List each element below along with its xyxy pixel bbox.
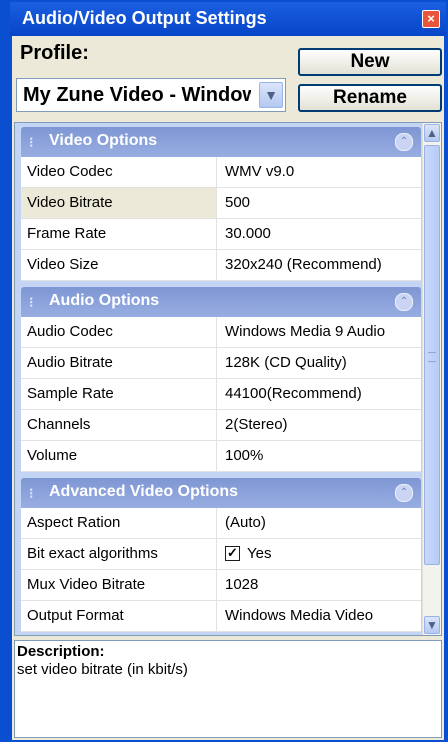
property-key: Mux Video Bitrate xyxy=(21,570,217,600)
property-value[interactable]: 128K (CD Quality) xyxy=(225,348,421,378)
property-row-frame-rate[interactable]: Frame Rate 30.000 xyxy=(21,219,421,250)
property-key: Sample Rate xyxy=(21,379,217,409)
property-value[interactable]: 320x240 (Recommend) xyxy=(225,250,421,280)
window-title: Audio/Video Output Settings xyxy=(22,8,267,28)
property-value[interactable]: 1028 xyxy=(225,570,421,600)
description-panel: Description: set video bitrate (in kbit/… xyxy=(14,640,442,738)
property-value[interactable]: 44100(Recommend) xyxy=(225,379,421,409)
property-row-output-format[interactable]: Output Format Windows Media Video xyxy=(21,601,421,632)
property-row-sample-rate[interactable]: Sample Rate 44100(Recommend) xyxy=(21,379,421,410)
property-grid: ⁝ Video Options ⌃ Video Codec WMV v9.0 V… xyxy=(14,122,442,636)
property-key: Bit exact algorithms xyxy=(21,539,217,569)
profile-select[interactable]: My Zune Video - Windows ▼ xyxy=(16,78,286,112)
window-frame: Audio/Video Output Settings × Profile: M… xyxy=(0,0,448,742)
description-title: Description: xyxy=(17,643,105,660)
profile-label: Profile: xyxy=(20,42,89,64)
property-row-channels[interactable]: Channels 2(Stereo) xyxy=(21,410,421,441)
property-row-audio-bitrate[interactable]: Audio Bitrate 128K (CD Quality) xyxy=(21,348,421,379)
rename-button[interactable]: Rename xyxy=(298,84,442,112)
property-row-video-codec[interactable]: Video Codec WMV v9.0 xyxy=(21,157,421,188)
grip-icon xyxy=(428,352,436,362)
property-key: Volume xyxy=(21,441,217,471)
scroll-thumb[interactable] xyxy=(424,145,440,565)
collapse-up-icon[interactable]: ⌃ xyxy=(395,484,413,502)
section-title: Audio Options xyxy=(49,292,160,309)
section-header-video-options[interactable]: ⁝ Video Options ⌃ xyxy=(21,127,421,157)
property-value[interactable]: (Auto) xyxy=(225,508,421,538)
property-key: Channels xyxy=(21,410,217,440)
title-bar: Audio/Video Output Settings × xyxy=(10,2,446,36)
property-key: Video Bitrate xyxy=(21,188,217,218)
vertical-scrollbar[interactable]: ▲ ▼ xyxy=(422,123,441,635)
property-value[interactable]: 30.000 xyxy=(225,219,421,249)
property-row-audio-codec[interactable]: Audio Codec Windows Media 9 Audio xyxy=(21,317,421,348)
property-row-mux-video-bitrate[interactable]: Mux Video Bitrate 1028 xyxy=(21,570,421,601)
property-row-video-bitrate[interactable]: Video Bitrate 500 xyxy=(21,188,421,219)
property-value[interactable]: 100% xyxy=(225,441,421,471)
property-row-video-size[interactable]: Video Size 320x240 (Recommend) xyxy=(21,250,421,281)
collapse-up-icon[interactable]: ⌃ xyxy=(395,133,413,151)
property-key: Frame Rate xyxy=(21,219,217,249)
dialog-body: Profile: My Zune Video - Windows ▼ New R… xyxy=(12,36,444,740)
property-value[interactable]: 500 xyxy=(225,188,421,218)
property-key: Audio Bitrate xyxy=(21,348,217,378)
property-value[interactable]: 2(Stereo) xyxy=(225,410,421,440)
section-title: Advanced Video Options xyxy=(49,483,239,500)
grip-icon: ⁝ xyxy=(29,294,34,310)
grip-icon: ⁝ xyxy=(29,134,34,150)
property-row-aspect-ration[interactable]: Aspect Ration (Auto) xyxy=(21,508,421,539)
close-icon[interactable]: × xyxy=(422,10,440,28)
section-header-advanced-video-options[interactable]: ⁝ Advanced Video Options ⌃ xyxy=(21,478,421,508)
property-key: Video Codec xyxy=(21,157,217,187)
property-key: Aspect Ration xyxy=(21,508,217,538)
new-button[interactable]: New xyxy=(298,48,442,76)
section-title: Video Options xyxy=(49,132,158,149)
scroll-down-icon[interactable]: ▼ xyxy=(424,616,440,634)
property-value[interactable]: Windows Media Video xyxy=(225,601,421,631)
profile-select-value: My Zune Video - Windows xyxy=(23,84,251,106)
checkbox-checked[interactable]: ✓ xyxy=(225,546,240,561)
scroll-up-icon[interactable]: ▲ xyxy=(424,124,440,142)
grip-icon: ⁝ xyxy=(29,485,34,501)
description-text: set video bitrate (in kbit/s) xyxy=(17,661,188,678)
property-value: ✓ Yes xyxy=(225,539,421,569)
property-key: Audio Codec xyxy=(21,317,217,347)
property-value[interactable]: Windows Media 9 Audio xyxy=(225,317,421,347)
section-header-audio-options[interactable]: ⁝ Audio Options ⌃ xyxy=(21,287,421,317)
property-key: Output Format xyxy=(21,601,217,631)
checkbox-label: Yes xyxy=(247,545,272,562)
chevron-down-icon[interactable]: ▼ xyxy=(259,82,283,108)
property-grid-content: ⁝ Video Options ⌃ Video Codec WMV v9.0 V… xyxy=(15,123,423,635)
collapse-up-icon[interactable]: ⌃ xyxy=(395,293,413,311)
property-row-bit-exact-algorithms[interactable]: Bit exact algorithms ✓ Yes xyxy=(21,539,421,570)
property-key: Video Size xyxy=(21,250,217,280)
property-row-volume[interactable]: Volume 100% xyxy=(21,441,421,472)
property-value[interactable]: WMV v9.0 xyxy=(225,157,421,187)
